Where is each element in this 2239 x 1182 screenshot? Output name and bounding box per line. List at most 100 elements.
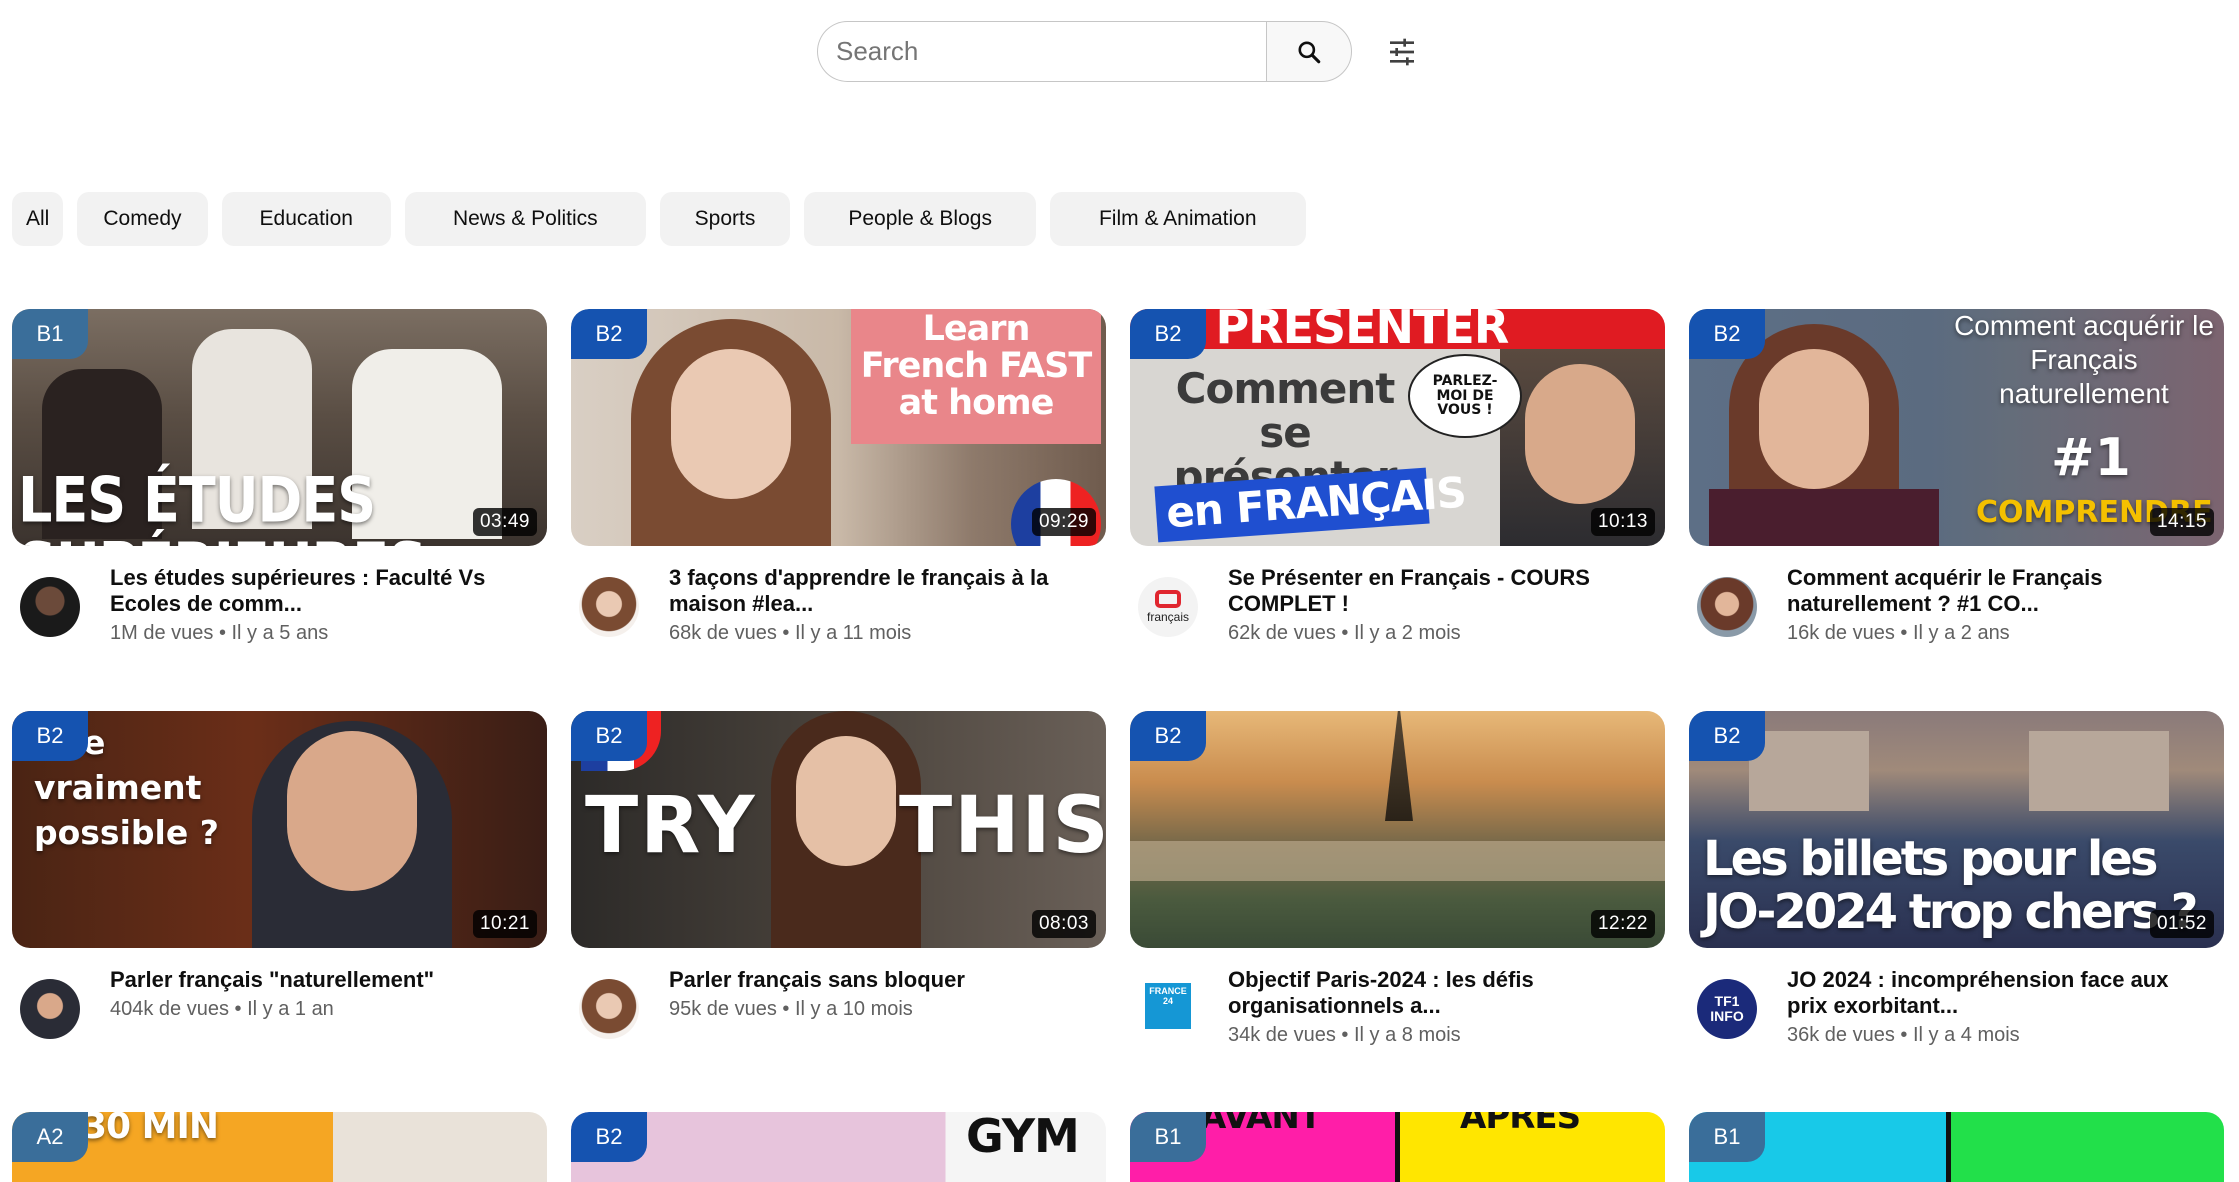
video-card[interactable]: Comment acquérir le Français naturelleme… <box>1689 309 2224 711</box>
video-thumbnail[interactable]: B2 12:22 <box>1130 711 1665 948</box>
thumbnail-caption: Les billets pour les JO-2024 trop chers … <box>1703 831 2198 940</box>
thumbnail-caption: AVANT <box>1200 1112 1322 1137</box>
seine-river <box>1130 841 1665 881</box>
chip-news-politics[interactable]: News & Politics <box>404 192 646 246</box>
video-thumbnail[interactable]: AVANT APRÈS B1 <box>1130 1112 1665 1182</box>
video-title[interactable]: Parler français "naturellement" <box>110 967 529 993</box>
video-thumbnail[interactable]: E PRÉSENTER Comment se présenter PARLEZ-… <box>1130 309 1665 546</box>
level-badge: B2 <box>12 711 88 761</box>
video-thumbnail[interactable]: Comment acquérir le Français naturelleme… <box>1689 309 2224 546</box>
level-badge: B2 <box>1689 309 1765 359</box>
video-stats: 404k de vues • Il y a 1 an <box>110 998 334 1020</box>
video-stats: 1M de vues • Il y a 5 ans <box>110 622 329 644</box>
person-sweater <box>1709 489 1939 546</box>
video-title[interactable]: Objectif Paris-2024 : les défis organisa… <box>1228 967 1647 1019</box>
thumbnail-caption: TRY <box>585 781 757 871</box>
video-title[interactable]: Se Présenter en Français - COURS COMPLET… <box>1228 565 1647 617</box>
search-button[interactable] <box>1266 21 1352 82</box>
video-card[interactable]: AVANT APRÈS B1 <box>1130 1112 1665 1182</box>
thumbnail-caption: GYM <box>966 1112 1080 1163</box>
video-card[interactable]: B2 12:22 FRANCE 24 Objectif Paris-2024 :… <box>1130 711 1665 1113</box>
channel-avatar[interactable] <box>579 577 639 637</box>
level-badge: B1 <box>1130 1112 1206 1162</box>
logo-icon <box>1155 590 1181 608</box>
avatar-label: TF1 INFO <box>1710 992 1744 1024</box>
video-stats: 68k de vues • Il y a 11 mois <box>669 622 912 644</box>
video-thumbnail[interactable]: t-ce vraiment possible ? B2 10:21 <box>12 711 547 948</box>
chip-people-blogs[interactable]: People & Blogs <box>804 192 1036 246</box>
chip-comedy[interactable]: Comedy <box>77 192 208 246</box>
level-badge: B2 <box>1130 711 1206 761</box>
video-title[interactable]: Les études supérieures : Faculté Vs Ecol… <box>110 565 529 617</box>
avatar-label: FRANCE 24 <box>1149 986 1187 1006</box>
video-stats: 36k de vues • Il y a 4 mois <box>1787 1024 2020 1046</box>
channel-avatar[interactable]: TF1 INFO <box>1697 979 1757 1039</box>
channel-avatar[interactable] <box>20 979 80 1039</box>
video-card[interactable]: Les billets pour les JO-2024 trop chers … <box>1689 711 2224 1113</box>
channel-avatar[interactable]: français <box>1138 577 1198 637</box>
thumbnail-caption-2: THIS <box>899 781 1106 871</box>
thumbnail-caption-2: APRÈS <box>1460 1112 1581 1137</box>
thumbnail-caption: LES ÉTUDES SUPÉRIEURES <box>18 463 427 546</box>
banner-caption: E PRÉSENTER <box>1170 309 1509 354</box>
thumbnail-caption: 30 MIN <box>82 1112 219 1147</box>
channel-avatar[interactable] <box>1697 577 1757 637</box>
channel-avatar[interactable] <box>20 577 80 637</box>
video-card[interactable]: t-ce vraiment possible ? B2 10:21 Parler… <box>12 711 547 1113</box>
level-badge: B1 <box>1689 1112 1765 1162</box>
video-card[interactable]: TRY THIS B2 08:03 Parler français sans b… <box>571 711 1106 1113</box>
video-duration: 09:29 <box>1031 508 1096 536</box>
video-card[interactable]: Learn French FAST at home B2 09:29 3 faç… <box>571 309 1106 711</box>
video-thumbnail[interactable]: B1 <box>1689 1112 2224 1182</box>
person-face <box>796 736 896 866</box>
level-badge: A2 <box>12 1112 88 1162</box>
level-badge: B1 <box>12 309 88 359</box>
video-card[interactable]: 30 MIN A2 <box>12 1112 547 1182</box>
video-thumbnail[interactable]: Les billets pour les JO-2024 trop chers … <box>1689 711 2224 948</box>
video-duration: 12:22 <box>1590 910 1655 938</box>
video-title[interactable]: 3 façons d'apprendre le français à la ma… <box>669 565 1088 617</box>
search-bar <box>817 21 1353 84</box>
video-duration: 01:52 <box>2149 910 2214 938</box>
avatar-label: français <box>1146 610 1190 624</box>
video-card[interactable]: GYM B2 <box>571 1112 1106 1182</box>
video-title[interactable]: Comment acquérir le Français naturelleme… <box>1787 565 2206 617</box>
filters-button[interactable] <box>1380 30 1424 74</box>
video-thumbnail[interactable]: GYM B2 <box>571 1112 1106 1182</box>
video-title[interactable]: Parler français sans bloquer <box>669 967 1088 993</box>
channel-avatar[interactable] <box>579 979 639 1039</box>
level-badge: B2 <box>571 1112 647 1162</box>
person-face <box>1759 349 1869 489</box>
sliders-icon <box>1390 38 1414 66</box>
video-thumbnail[interactable]: 30 MIN A2 <box>12 1112 547 1182</box>
chip-all[interactable]: All <box>12 192 64 246</box>
chip-education[interactable]: Education <box>221 192 391 246</box>
video-duration: 08:03 <box>1031 910 1096 938</box>
search-input[interactable] <box>817 21 1266 82</box>
video-stats: 16k de vues • Il y a 2 ans <box>1787 622 2010 644</box>
video-title[interactable]: JO 2024 : incompréhension face aux prix … <box>1787 967 2206 1019</box>
video-stats: 95k de vues • Il y a 10 mois <box>669 998 913 1020</box>
video-grid: LES ÉTUDES SUPÉRIEURES B1 03:49 Les étud… <box>12 309 2224 1113</box>
video-duration: 14:15 <box>2149 508 2214 536</box>
chip-sports[interactable]: Sports <box>659 192 791 246</box>
person-face <box>671 349 791 499</box>
eiffel-tower <box>1385 711 1413 821</box>
level-badge: B2 <box>1130 309 1206 359</box>
video-card[interactable]: E PRÉSENTER Comment se présenter PARLEZ-… <box>1130 309 1665 711</box>
video-stats: 62k de vues • Il y a 2 mois <box>1228 622 1461 644</box>
video-duration: 10:13 <box>1590 508 1655 536</box>
level-badge: B2 <box>571 711 647 761</box>
video-thumbnail[interactable]: TRY THIS B2 08:03 <box>571 711 1106 948</box>
video-card[interactable]: LES ÉTUDES SUPÉRIEURES B1 03:49 Les étud… <box>12 309 547 711</box>
chip-film-animation[interactable]: Film & Animation <box>1049 192 1306 246</box>
video-thumbnail[interactable]: LES ÉTUDES SUPÉRIEURES B1 03:49 <box>12 309 547 546</box>
channel-avatar[interactable]: FRANCE 24 <box>1145 983 1191 1029</box>
video-thumbnail[interactable]: Learn French FAST at home B2 09:29 <box>571 309 1106 546</box>
video-duration: 03:49 <box>472 508 537 536</box>
video-card[interactable]: B1 <box>1689 1112 2224 1182</box>
building <box>2029 731 2169 811</box>
level-badge: B2 <box>1689 711 1765 761</box>
person-face <box>1525 364 1635 504</box>
video-stats: 34k de vues • Il y a 8 mois <box>1228 1024 1461 1046</box>
